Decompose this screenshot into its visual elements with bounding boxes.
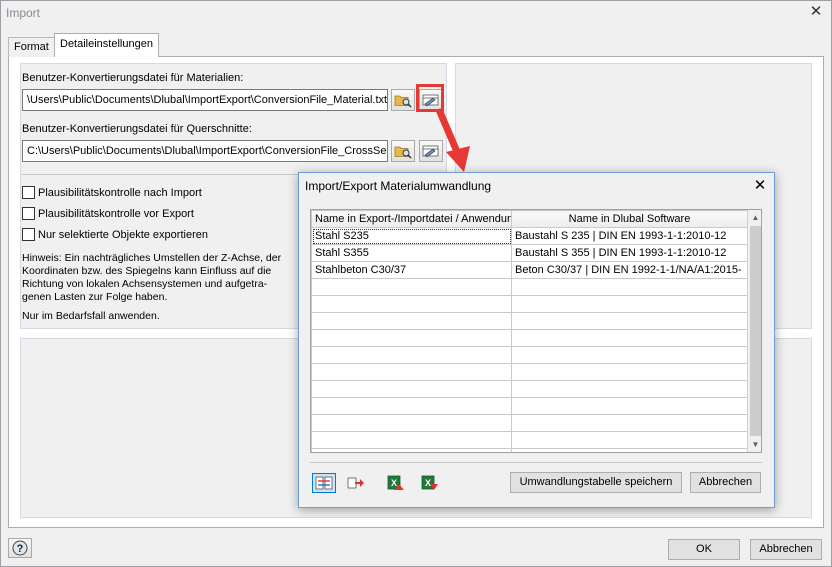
empty-cell[interactable] [511, 329, 748, 347]
save-conversion-table-button[interactable]: Umwandlungstabelle speichern [510, 472, 682, 493]
empty-cell[interactable] [511, 448, 748, 452]
folder-search-icon [394, 95, 412, 108]
table-row-empty[interactable] [311, 329, 748, 347]
scroll-thumb[interactable] [750, 226, 761, 436]
excel-export-icon: X [387, 475, 404, 490]
cancel-button[interactable]: Abbrechen [750, 539, 822, 560]
check-export-selected-only[interactable]: Nur selektierte Objekte exportieren [22, 228, 208, 241]
svg-text:?: ? [17, 543, 24, 555]
empty-cell[interactable] [311, 295, 512, 313]
folder-search-icon [394, 146, 412, 159]
empty-cell[interactable] [511, 312, 748, 330]
dialog-title: Import/Export Materialumwandlung [305, 179, 492, 193]
table-row-empty[interactable] [311, 363, 748, 381]
checkbox[interactable] [22, 207, 35, 220]
empty-cell[interactable] [511, 397, 748, 415]
empty-cell[interactable] [511, 431, 748, 449]
table-row-empty[interactable] [311, 448, 748, 452]
dlubal-name-cell[interactable]: Beton C30/37 | DIN EN 1992-1-1/NA/A1:201… [511, 261, 748, 279]
svg-text:X: X [391, 478, 397, 488]
table-row-empty[interactable] [311, 312, 748, 330]
browse-materials-button[interactable] [391, 89, 415, 111]
hint-text: Hinweis: Ein nachträgliches Umstellen de… [22, 252, 282, 303]
window-title: Import [6, 6, 41, 20]
tab-detaileinstellungen[interactable]: Detaileinstellungen [54, 33, 159, 57]
empty-cell[interactable] [511, 295, 748, 313]
empty-cell[interactable] [311, 380, 512, 398]
empty-cell[interactable] [511, 346, 748, 364]
empty-cell[interactable] [311, 363, 512, 381]
close-icon[interactable]: ✕ [806, 2, 826, 22]
ok-button[interactable]: OK [668, 539, 740, 560]
material-conversion-dialog: Import/Export Materialumwandlung ✕ Name … [298, 172, 775, 508]
table-arrows-icon [315, 476, 333, 490]
conversion-table: Name in Export-/Importdatei / Anwendung … [310, 209, 762, 453]
browse-cross-sections-button[interactable] [391, 140, 415, 162]
empty-cell[interactable] [311, 329, 512, 347]
separator [310, 462, 762, 463]
excel-import-icon: X [421, 475, 438, 490]
cross-sections-path-input[interactable]: C:\Users\Public\Documents\Dlubal\ImportE… [22, 140, 388, 162]
table-header: Name in Export-/Importdatei / Anwendung … [311, 210, 748, 228]
column-header-dlubal[interactable]: Name in Dlubal Software [511, 210, 748, 228]
table-row-empty[interactable] [311, 278, 748, 296]
svg-text:X: X [425, 478, 431, 488]
empty-cell[interactable] [311, 312, 512, 330]
check-plausibility-export[interactable]: Plausibilitätskontrolle vor Export [22, 207, 194, 220]
empty-cell[interactable] [311, 278, 512, 296]
help-icon: ? [12, 540, 28, 556]
dlubal-name-cell[interactable]: Baustahl S 355 | DIN EN 1993-1-1:2010-12 [511, 244, 748, 262]
table-row[interactable]: Stahl S235 Baustahl S 235 | DIN EN 1993-… [311, 227, 748, 245]
empty-cell[interactable] [511, 414, 748, 432]
table-row-empty[interactable] [311, 397, 748, 415]
materials-path-input[interactable]: \Users\Public\Documents\Dlubal\ImportExp… [22, 89, 388, 111]
empty-cell[interactable] [311, 346, 512, 364]
check-label: Plausibilitätskontrolle vor Export [38, 207, 194, 220]
empty-cell[interactable] [311, 414, 512, 432]
table-row-empty[interactable] [311, 295, 748, 313]
excel-import-button[interactable]: X [418, 473, 442, 493]
empty-cell[interactable] [311, 431, 512, 449]
assign-material-button[interactable] [344, 473, 368, 493]
source-name-cell[interactable]: Stahl S355 [311, 244, 512, 262]
scroll-down-icon[interactable]: ▼ [748, 437, 761, 452]
empty-cell[interactable] [511, 278, 748, 296]
tab-format[interactable]: Format [8, 37, 55, 57]
table-row-empty[interactable] [311, 431, 748, 449]
check-plausibility-import[interactable]: Plausibilitätskontrolle nach Import [22, 186, 202, 199]
dialog-cancel-button[interactable]: Abbrechen [690, 472, 761, 493]
cross-sections-label: Benutzer-Konvertierungsdatei für Quersch… [22, 123, 252, 135]
hint-note: Nur im Bedarfsfall anwenden. [22, 310, 160, 322]
table-row-empty[interactable] [311, 414, 748, 432]
column-header-source[interactable]: Name in Export-/Importdatei / Anwendung [311, 210, 512, 228]
source-name-cell[interactable]: Stahl S235 [311, 227, 512, 245]
check-label: Nur selektierte Objekte exportieren [38, 228, 208, 241]
materials-label: Benutzer-Konvertierungsdatei für Materia… [22, 72, 244, 84]
check-label: Plausibilitätskontrolle nach Import [38, 186, 202, 199]
checkbox[interactable] [22, 228, 35, 241]
empty-cell[interactable] [511, 380, 748, 398]
checkbox[interactable] [22, 186, 35, 199]
pointer-arrow [436, 108, 470, 172]
table-row-empty[interactable] [311, 346, 748, 364]
scroll-up-icon[interactable]: ▲ [748, 210, 761, 225]
close-icon[interactable]: ✕ [751, 177, 769, 195]
dlubal-name-cell[interactable]: Baustahl S 235 | DIN EN 1993-1-1:2010-12 [511, 227, 748, 245]
empty-cell[interactable] [311, 448, 512, 452]
table-row[interactable]: Stahl S355 Baustahl S 355 | DIN EN 1993-… [311, 244, 748, 262]
excel-export-button[interactable]: X [384, 473, 408, 493]
source-name-cell[interactable]: Stahlbeton C30/37 [311, 261, 512, 279]
empty-cell[interactable] [311, 397, 512, 415]
empty-cell[interactable] [511, 363, 748, 381]
table-row-empty[interactable] [311, 380, 748, 398]
vertical-scrollbar[interactable]: ▲ ▼ [747, 210, 761, 452]
table-row[interactable]: Stahlbeton C30/37 Beton C30/37 | DIN EN … [311, 261, 748, 279]
arrow-right-icon [347, 477, 364, 489]
help-button[interactable]: ? [8, 538, 32, 558]
map-materials-button[interactable] [312, 473, 336, 493]
